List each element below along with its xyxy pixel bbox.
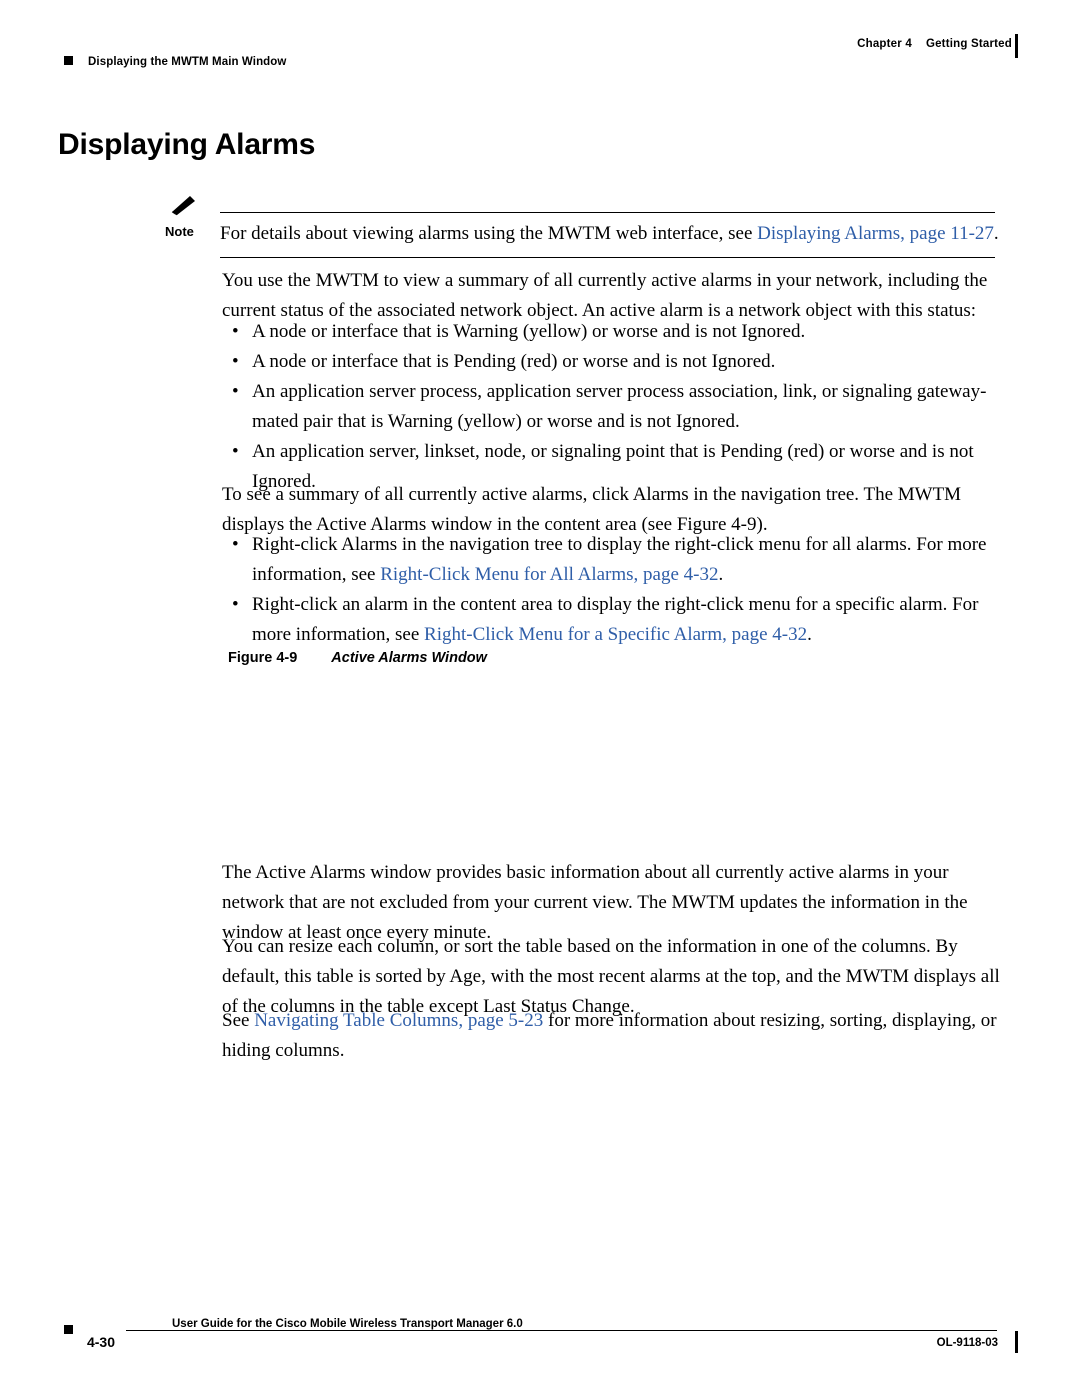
rightclick-item-0-link[interactable]: Right-Click Menu for All Alarms, page 4-… xyxy=(380,564,718,585)
note-link[interactable]: Displaying Alarms, page 11-27 xyxy=(757,223,994,244)
page-header: Chapter 4 Getting Started Displaying the … xyxy=(0,30,1080,76)
status-bullet-list: A node or interface that is Warning (yel… xyxy=(222,317,994,497)
header-bullet-square xyxy=(64,56,73,65)
page-title: Displaying Alarms xyxy=(58,128,316,161)
see-also-link[interactable]: Navigating Table Columns, page 5-23 xyxy=(254,1010,543,1031)
rightclick-item-1-after: . xyxy=(807,624,812,645)
header-chapter-title: Getting Started xyxy=(925,38,1012,50)
list-item: Right-click an alarm in the content area… xyxy=(222,590,1000,650)
list-item: Right-click Alarms in the navigation tre… xyxy=(222,530,1000,590)
figure-caption: Figure 4-9 Active Alarms Window xyxy=(228,650,487,666)
see-also-paragraph: See Navigating Table Columns, page 5-23 … xyxy=(222,1006,1000,1066)
rightclick-item-0-after: . xyxy=(718,564,724,585)
note-text: For details about viewing alarms using t… xyxy=(220,221,1010,247)
note-bottom-rule xyxy=(220,257,995,258)
footer-book-title: User Guide for the Cisco Mobile Wireless… xyxy=(172,1318,523,1330)
figure-image-area xyxy=(228,684,998,844)
header-right-bar xyxy=(1015,34,1018,58)
footer-bullet-square xyxy=(64,1325,73,1334)
document-page: Chapter 4 Getting Started Displaying the … xyxy=(0,0,1080,1397)
note-text-before: For details about viewing alarms using t… xyxy=(220,223,758,244)
rightclick-item-1-link[interactable]: Right-Click Menu for a Specific Alarm, p… xyxy=(424,624,807,645)
figure-title: Active Alarms Window xyxy=(331,650,487,666)
note-label: Note xyxy=(165,224,194,239)
header-running-head: Displaying the MWTM Main Window xyxy=(88,56,287,68)
note-text-after: . xyxy=(993,223,999,244)
see-also-before: See xyxy=(222,1010,255,1031)
rightclick-bullet-list: Right-click Alarms in the navigation tre… xyxy=(222,530,1000,650)
footer-right-bar xyxy=(1015,1331,1018,1353)
figure-number: Figure 4-9 xyxy=(228,650,298,666)
footer-doc-id: OL-9118-03 xyxy=(936,1337,998,1349)
list-item: An application server process, applicati… xyxy=(222,377,994,437)
list-item: A node or interface that is Pending (red… xyxy=(222,347,994,377)
pencil-icon xyxy=(170,194,198,216)
header-chapter-info: Chapter 4 Getting Started xyxy=(857,38,1012,50)
note-top-rule xyxy=(220,212,995,213)
footer-rule xyxy=(82,1330,997,1331)
header-chapter-label: Chapter 4 xyxy=(857,38,912,50)
list-item: A node or interface that is Warning (yel… xyxy=(222,317,994,347)
footer-page-number: 4-30 xyxy=(76,1330,126,1354)
